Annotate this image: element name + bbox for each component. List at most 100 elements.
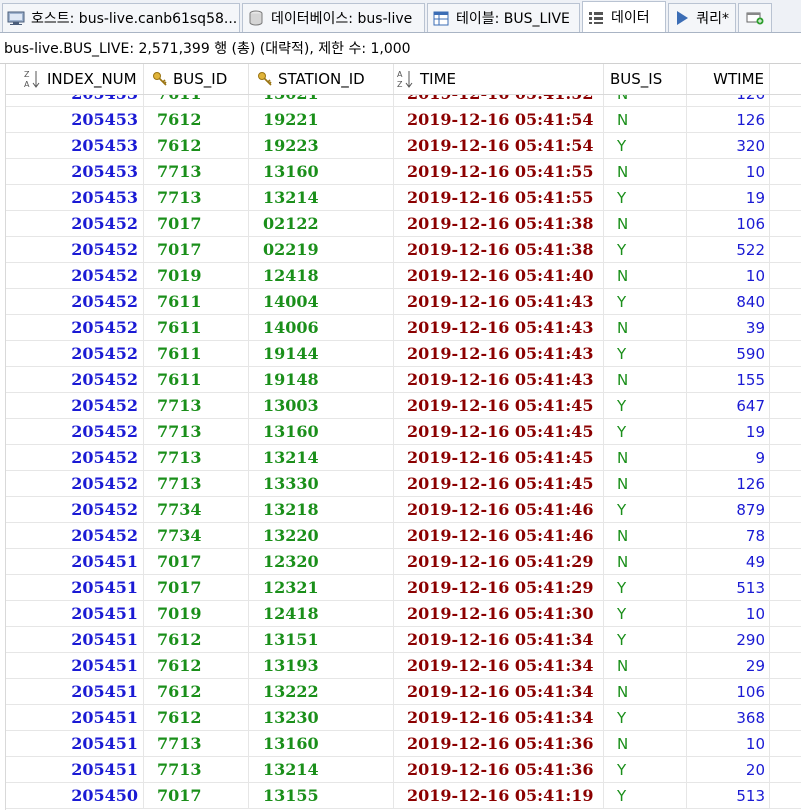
cell-bus-is[interactable]: Y [604,133,687,159]
cell-station-id[interactable]: 13151 [249,627,394,653]
tab-table[interactable]: 테이블: BUS_LIVE [427,3,580,32]
cell-bus-id[interactable]: 7612 [144,133,249,159]
cell-wtime[interactable]: 19 [687,185,770,211]
cell-station-id[interactable]: 13193 [249,653,394,679]
cell-station-id[interactable]: 13220 [249,523,394,549]
column-header-bus-id[interactable]: BUS_ID [144,64,249,94]
cell-index-num[interactable]: 205453 [0,185,144,211]
cell-station-id[interactable]: 19223 [249,133,394,159]
cell-time[interactable]: 2019-12-16 05:41:38 [394,211,604,237]
new-query-tab-button[interactable] [738,3,772,32]
table-row[interactable]: 205452 7713 13160 2019-12-16 05:41:45 Y 19 [0,419,801,445]
cell-wtime[interactable]: 513 [687,783,770,809]
cell-bus-is[interactable]: N [604,315,687,341]
cell-station-id[interactable]: 13230 [249,705,394,731]
table-row[interactable]: 205452 7713 13003 2019-12-16 05:41:45 Y 647 [0,393,801,419]
cell-index-num[interactable]: 205450 [0,783,144,809]
table-row[interactable]: 205452 7017 02219 2019-12-16 05:41:38 Y 522 [0,237,801,263]
cell-station-id[interactable]: 19221 [249,107,394,133]
cell-bus-is[interactable]: N [604,367,687,393]
data-grid[interactable]: ZA INDEX_NUM BUS_ID STATION_ID AZ TIME B… [0,63,801,810]
cell-time[interactable]: 2019-12-16 05:41:36 [394,757,604,783]
cell-station-id[interactable]: 19144 [249,341,394,367]
cell-wtime[interactable]: 10 [687,731,770,757]
cell-bus-is[interactable]: N [604,679,687,705]
cell-bus-id[interactable]: 7017 [144,575,249,601]
cell-bus-is[interactable]: Y [604,393,687,419]
column-header-index-num[interactable]: ZA INDEX_NUM [0,64,144,94]
table-row[interactable]: 205452 7611 14004 2019-12-16 05:41:43 Y 840 [0,289,801,315]
cell-time[interactable]: 2019-12-16 05:41:45 [394,471,604,497]
cell-wtime[interactable]: 647 [687,393,770,419]
cell-index-num[interactable]: 205452 [0,471,144,497]
cell-wtime[interactable]: 290 [687,627,770,653]
cell-index-num[interactable]: 205451 [0,627,144,653]
cell-index-num[interactable]: 205453 [0,107,144,133]
cell-station-id[interactable]: 13003 [249,393,394,419]
tab-data[interactable]: 데이터 [582,1,666,32]
cell-bus-is[interactable]: N [604,731,687,757]
column-header-wtime[interactable]: WTIME [687,64,770,94]
cell-index-num[interactable]: 205452 [0,341,144,367]
cell-wtime[interactable]: 522 [687,237,770,263]
tab-database[interactable]: 데이터베이스: bus-live [242,3,425,32]
cell-bus-id[interactable]: 7017 [144,783,249,809]
table-row[interactable]: 205452 7734 13218 2019-12-16 05:41:46 Y 879 [0,497,801,523]
cell-bus-is[interactable]: N [604,211,687,237]
cell-index-num[interactable]: 205451 [0,757,144,783]
cell-station-id[interactable]: 13222 [249,679,394,705]
table-row[interactable]: 205452 7611 14006 2019-12-16 05:41:43 N 39 [0,315,801,341]
table-row[interactable]: 205452 7611 19148 2019-12-16 05:41:43 N 155 [0,367,801,393]
cell-wtime[interactable]: 20 [687,757,770,783]
cell-bus-id[interactable]: 7713 [144,159,249,185]
cell-bus-is[interactable]: N [604,471,687,497]
cell-station-id[interactable]: 13160 [249,419,394,445]
cell-index-num[interactable]: 205452 [0,419,144,445]
cell-bus-is[interactable]: Y [604,627,687,653]
table-row[interactable]: 205452 7713 13330 2019-12-16 05:41:45 N 126 [0,471,801,497]
cell-index-num[interactable]: 205451 [0,653,144,679]
cell-bus-is[interactable]: Y [604,783,687,809]
table-row[interactable]: 205452 7019 12418 2019-12-16 05:41:40 N 10 [0,263,801,289]
table-row[interactable]: 205450 7017 13155 2019-12-16 05:41:19 Y 513 [0,783,801,809]
cell-bus-id[interactable]: 7713 [144,471,249,497]
cell-wtime[interactable]: 10 [687,159,770,185]
cell-index-num[interactable]: 205451 [0,705,144,731]
cell-bus-is[interactable]: N [604,107,687,133]
cell-bus-id[interactable]: 7734 [144,523,249,549]
cell-bus-id[interactable]: 7611 [144,341,249,367]
cell-bus-id[interactable]: 7612 [144,627,249,653]
cell-bus-id[interactable]: 7713 [144,185,249,211]
cell-index-num[interactable]: 205451 [0,575,144,601]
cell-station-id[interactable]: 13214 [249,185,394,211]
column-header-station-id[interactable]: STATION_ID [249,64,394,94]
cell-index-num[interactable]: 205452 [0,393,144,419]
cell-index-num[interactable]: 205452 [0,523,144,549]
cell-bus-id[interactable]: 7017 [144,237,249,263]
tab-query[interactable]: 쿼리* [668,3,736,32]
cell-time[interactable]: 2019-12-16 05:41:29 [394,549,604,575]
cell-time[interactable]: 2019-12-16 05:41:34 [394,705,604,731]
cell-index-num[interactable]: 205452 [0,289,144,315]
table-row[interactable]: 205451 7612 13222 2019-12-16 05:41:34 N 106 [0,679,801,705]
cell-station-id[interactable]: 19148 [249,367,394,393]
cell-wtime[interactable]: 49 [687,549,770,575]
cell-station-id[interactable]: 13330 [249,471,394,497]
cell-bus-id[interactable]: 7713 [144,731,249,757]
cell-wtime[interactable]: 106 [687,679,770,705]
cell-bus-is[interactable]: Y [604,601,687,627]
cell-index-num[interactable]: 205452 [0,497,144,523]
cell-bus-id[interactable]: 7612 [144,679,249,705]
cell-index-num[interactable]: 205451 [0,679,144,705]
cell-time[interactable]: 2019-12-16 05:41:43 [394,315,604,341]
cell-index-num[interactable]: 205452 [0,237,144,263]
cell-bus-id[interactable]: 7713 [144,419,249,445]
table-row[interactable]: 205451 7612 13230 2019-12-16 05:41:34 Y 368 [0,705,801,731]
cell-time[interactable]: 2019-12-16 05:41:34 [394,679,604,705]
table-row[interactable]: 205452 7611 19144 2019-12-16 05:41:43 Y 590 [0,341,801,367]
table-row[interactable]: 205451 7713 13160 2019-12-16 05:41:36 N 10 [0,731,801,757]
table-row[interactable]: 205452 7713 13214 2019-12-16 05:41:45 N 9 [0,445,801,471]
cell-bus-is[interactable]: Y [604,497,687,523]
cell-wtime[interactable]: 879 [687,497,770,523]
cell-station-id[interactable]: 14006 [249,315,394,341]
